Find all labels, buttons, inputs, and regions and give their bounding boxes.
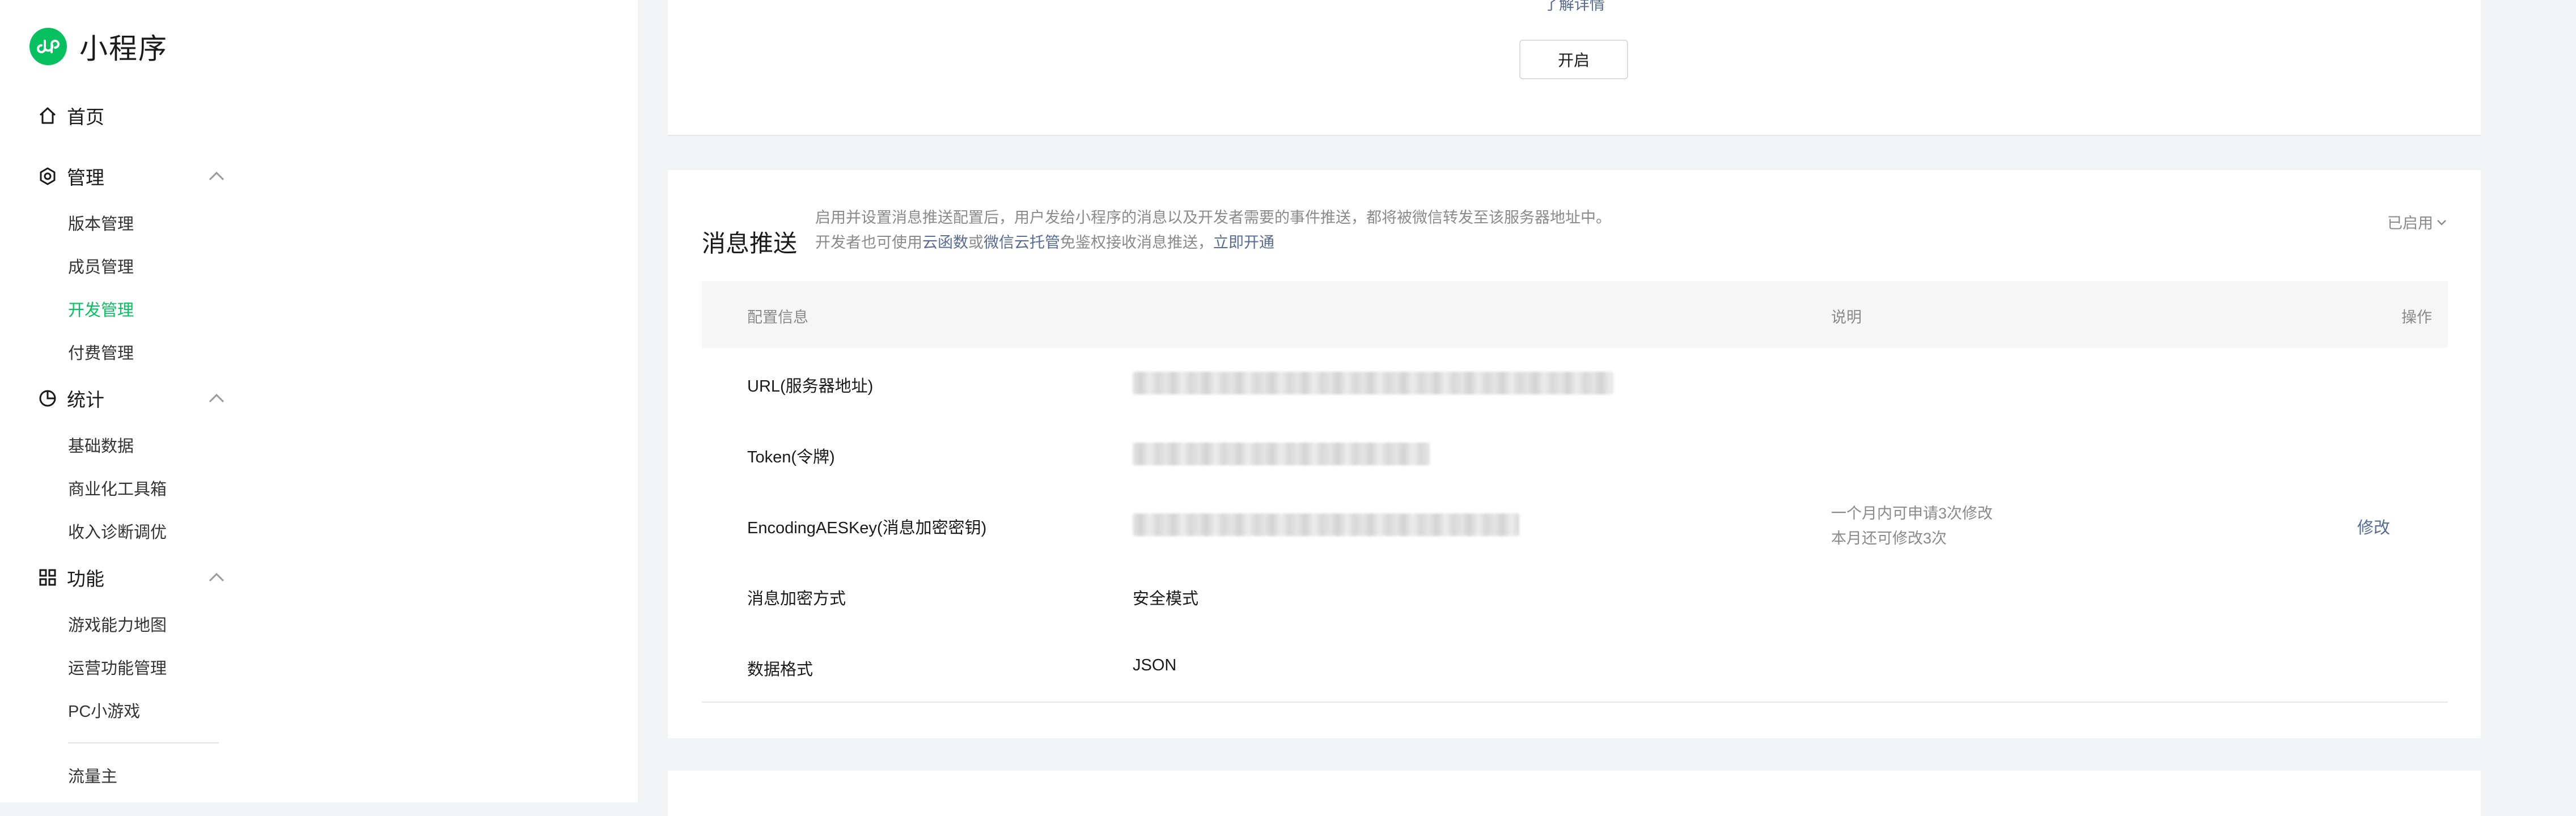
chevron-up-icon[interactable] [205, 388, 228, 409]
row-label: 数据格式 [747, 661, 814, 679]
sidebar-item-game-capability-map[interactable]: 游戏能力地图 [68, 610, 167, 638]
row-label: Token(令牌) [747, 448, 835, 466]
sidebar-item-home[interactable]: 首页 [36, 100, 104, 131]
home-icon [36, 104, 59, 127]
sidebar-item-version[interactable]: 版本管理 [68, 209, 134, 237]
sidebar-section-label: 管理 [67, 167, 104, 188]
sidebar-section-manage[interactable]: 管理 [36, 160, 224, 192]
cloud-function-link[interactable]: 云函数 [922, 234, 968, 251]
redacted-url-value [1133, 372, 1613, 394]
sidebar-item-basic-data[interactable]: 基础数据 [68, 431, 134, 459]
table-header: 配置信息 说明 操作 [702, 281, 2448, 348]
brand-name: 小程序 [79, 33, 168, 65]
settings-icon [36, 165, 59, 188]
table-row: 消息加密方式 安全模式 [702, 560, 2448, 631]
sidebar-item-commerce-toolbox[interactable]: 商业化工具箱 [68, 474, 167, 502]
table-divider [702, 702, 2448, 703]
description-text: 开发者也可使用 [815, 234, 922, 251]
note-line: 本月还可修改3次 [1831, 530, 1947, 547]
pie-chart-icon [36, 387, 59, 410]
sidebar-divider [68, 742, 219, 743]
table-row: URL(服务器地址) [702, 348, 2448, 419]
sidebar-section-label: 统计 [67, 389, 104, 410]
chevron-up-icon[interactable] [205, 567, 228, 588]
mini-program-logo-icon [29, 28, 67, 65]
chevron-down-icon [2437, 219, 2446, 226]
description-line: 启用并设置消息推送配置后，用户发给小程序的消息以及开发者需要的事件推送，都将被微… [815, 209, 1611, 226]
section-title: 消息推送 [702, 230, 798, 257]
status-label: 已启用 [2387, 215, 2433, 232]
sidebar-item-traffic-owner[interactable]: 流量主 [68, 761, 117, 789]
brand[interactable]: 小程序 [29, 26, 168, 67]
sidebar-section-features[interactable]: 功能 [36, 562, 224, 593]
redacted-aeskey-value [1133, 513, 1519, 536]
sidebar: 小程序 首页 管理 版本管理 成员管理 开发管理 付费管理 统计 基础数据 商业… [0, 0, 638, 802]
description-line: 开发者也可使用云函数或微信云托管免鉴权接收消息推送，立即开通 [815, 230, 1611, 255]
row-note: 一个月内可申请3次修改 本月还可修改3次 [1831, 501, 1993, 551]
row-label: 消息加密方式 [747, 590, 846, 608]
redacted-token-value [1133, 443, 1430, 465]
next-card [668, 771, 2481, 816]
sidebar-item-operations[interactable]: 运营功能管理 [68, 653, 167, 681]
note-line: 一个月内可申请3次修改 [1831, 505, 1993, 522]
service-card: 了解详情 开启 [668, 0, 2481, 136]
sidebar-section-stats[interactable]: 统计 [36, 382, 224, 414]
column-header-note: 说明 [1831, 309, 1862, 326]
detail-link[interactable]: 了解详情 [668, 0, 2481, 14]
sidebar-item-payment[interactable]: 付费管理 [68, 338, 134, 366]
row-label: URL(服务器地址) [747, 377, 874, 396]
row-value: JSON [1133, 656, 1177, 674]
sidebar-item-revenue-diagnosis[interactable]: 收入诊断调优 [68, 517, 167, 545]
grid-icon [36, 566, 59, 589]
sidebar-item-pc-minigame[interactable]: PC小游戏 [68, 696, 140, 724]
section-description: 启用并设置消息推送配置后，用户发给小程序的消息以及开发者需要的事件推送，都将被微… [815, 205, 1611, 255]
description-text: 免鉴权接收消息推送， [1060, 234, 1213, 251]
modify-link[interactable]: 修改 [2357, 515, 2390, 538]
table-row: 数据格式 JSON [702, 631, 2448, 702]
sidebar-item-label: 首页 [67, 107, 104, 128]
row-value: 安全模式 [1133, 590, 1199, 608]
column-header-config: 配置信息 [747, 309, 808, 326]
column-header-action: 操作 [2401, 309, 2432, 326]
description-text: 或 [968, 234, 984, 251]
cloud-hosting-link[interactable]: 微信云托管 [984, 234, 1060, 251]
message-push-card: 消息推送 启用并设置消息推送配置后，用户发给小程序的消息以及开发者需要的事件推送… [668, 170, 2481, 738]
sidebar-item-dev-management[interactable]: 开发管理 [68, 295, 134, 323]
status-dropdown[interactable]: 已启用 [2387, 211, 2448, 233]
open-now-link[interactable]: 立即开通 [1213, 234, 1274, 251]
row-label: EncodingAESKey(消息加密密钥) [747, 519, 987, 537]
table-row: Token(令牌) [702, 419, 2448, 490]
sidebar-section-label: 功能 [67, 568, 104, 589]
chevron-up-icon[interactable] [205, 166, 228, 186]
sidebar-item-members[interactable]: 成员管理 [68, 252, 134, 280]
open-button[interactable]: 开启 [1519, 40, 1628, 79]
table-row: EncodingAESKey(消息加密密钥) 一个月内可申请3次修改 本月还可修… [702, 490, 2448, 560]
